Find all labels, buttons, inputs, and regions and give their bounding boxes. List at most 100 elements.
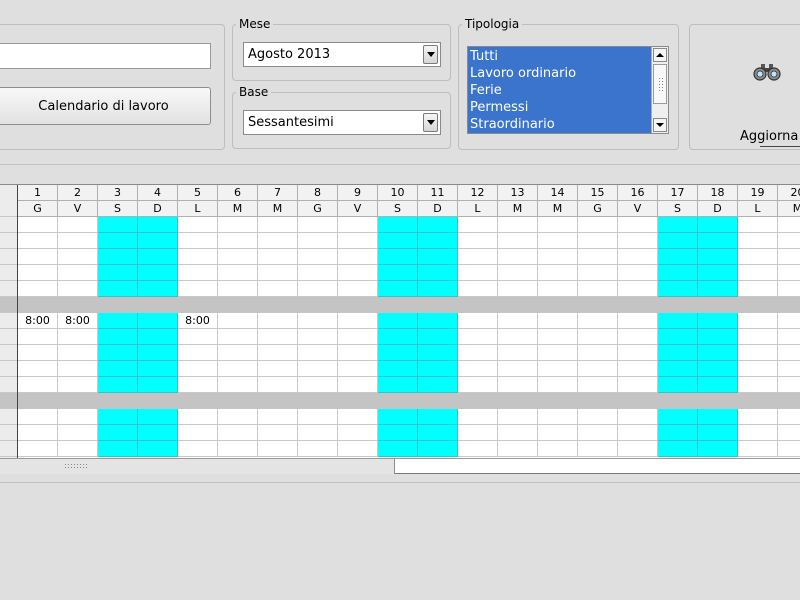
- grid-cell[interactable]: [18, 329, 58, 345]
- grid-cell[interactable]: [658, 281, 698, 297]
- grid-cell[interactable]: [738, 377, 778, 393]
- grid-cell[interactable]: [338, 441, 378, 457]
- grid-cell[interactable]: [178, 217, 218, 233]
- grid-cell[interactable]: [498, 345, 538, 361]
- grid-cell[interactable]: [538, 265, 578, 281]
- grid-cell[interactable]: [298, 217, 338, 233]
- grid-cell[interactable]: [18, 249, 58, 265]
- horizontal-scroll-thumb[interactable]: [0, 459, 395, 474]
- grid-cell[interactable]: [298, 233, 338, 249]
- grid-cell[interactable]: [738, 217, 778, 233]
- grid-cell[interactable]: [778, 233, 800, 249]
- row-header-cell[interactable]: [0, 441, 17, 457]
- day-number-header[interactable]: 11: [418, 185, 458, 201]
- grid-cell[interactable]: [498, 217, 538, 233]
- row-header-cell[interactable]: [0, 281, 17, 297]
- day-number-header[interactable]: 12: [458, 185, 498, 201]
- grid-cell[interactable]: [378, 377, 418, 393]
- grid-cell[interactable]: [338, 217, 378, 233]
- grid-cell[interactable]: [658, 233, 698, 249]
- grid-cell[interactable]: [58, 377, 98, 393]
- grid-cell[interactable]: [178, 329, 218, 345]
- grid-cell[interactable]: [618, 313, 658, 329]
- grid-cell[interactable]: [178, 425, 218, 441]
- day-of-week-header[interactable]: S: [658, 201, 698, 217]
- grid-cell[interactable]: [298, 361, 338, 377]
- grid-cell[interactable]: [378, 441, 418, 457]
- grid-cell[interactable]: [258, 425, 298, 441]
- grid-cell[interactable]: [98, 345, 138, 361]
- grid-cell[interactable]: [338, 425, 378, 441]
- grid-cell[interactable]: [258, 249, 298, 265]
- grid-cell[interactable]: [58, 217, 98, 233]
- grid-cell[interactable]: [338, 345, 378, 361]
- grid-cell[interactable]: [778, 441, 800, 457]
- grid-cell[interactable]: [738, 361, 778, 377]
- grid-cell[interactable]: [458, 249, 498, 265]
- grid-cell[interactable]: [738, 329, 778, 345]
- grid-cell[interactable]: [418, 441, 458, 457]
- grid-cell[interactable]: [538, 281, 578, 297]
- day-number-header[interactable]: 19: [738, 185, 778, 201]
- grid-cell[interactable]: [218, 217, 258, 233]
- day-number-header[interactable]: 9: [338, 185, 378, 201]
- grid-cell[interactable]: [218, 249, 258, 265]
- day-of-week-header[interactable]: L: [458, 201, 498, 217]
- day-number-header[interactable]: 4: [138, 185, 178, 201]
- grid-cell[interactable]: [258, 361, 298, 377]
- grid-cell[interactable]: [298, 441, 338, 457]
- grid-cell[interactable]: [778, 249, 800, 265]
- grid-cell[interactable]: [578, 329, 618, 345]
- grid-cell[interactable]: [738, 441, 778, 457]
- grid-cell[interactable]: [18, 217, 58, 233]
- day-of-week-header[interactable]: D: [418, 201, 458, 217]
- grid-cell[interactable]: [178, 233, 218, 249]
- grid-cell[interactable]: [98, 425, 138, 441]
- grid-cell[interactable]: [578, 217, 618, 233]
- grid-cell[interactable]: [658, 409, 698, 425]
- grid-cell[interactable]: [138, 265, 178, 281]
- grid-cell[interactable]: [578, 441, 618, 457]
- grid-cell[interactable]: [418, 217, 458, 233]
- grid-cell[interactable]: [58, 425, 98, 441]
- grid-cell[interactable]: [258, 281, 298, 297]
- grid-cell[interactable]: [298, 377, 338, 393]
- day-number-header[interactable]: 15: [578, 185, 618, 201]
- grid-cell[interactable]: [418, 409, 458, 425]
- grid-cell[interactable]: [218, 361, 258, 377]
- row-header-cell[interactable]: [0, 265, 17, 281]
- grid-cell[interactable]: [498, 361, 538, 377]
- grid-cell[interactable]: [498, 281, 538, 297]
- grid-cell[interactable]: [418, 377, 458, 393]
- grid-cell[interactable]: [738, 425, 778, 441]
- grid-cell[interactable]: [458, 425, 498, 441]
- grid-cell[interactable]: [458, 361, 498, 377]
- grid-cell[interactable]: [178, 377, 218, 393]
- day-of-week-header[interactable]: G: [298, 201, 338, 217]
- grid-cell[interactable]: [378, 249, 418, 265]
- grid-cell[interactable]: [138, 409, 178, 425]
- grid-cell[interactable]: [538, 345, 578, 361]
- grid-cell[interactable]: [618, 265, 658, 281]
- grid-cell[interactable]: [98, 441, 138, 457]
- grid-cell[interactable]: [98, 233, 138, 249]
- grid-cell[interactable]: [538, 249, 578, 265]
- grid-cell[interactable]: [18, 409, 58, 425]
- grid-cell[interactable]: [618, 217, 658, 233]
- grid-cell[interactable]: [138, 329, 178, 345]
- tipologia-item[interactable]: Lavoro ordinario: [468, 65, 653, 82]
- grid-cell[interactable]: [58, 441, 98, 457]
- grid-cell[interactable]: [338, 265, 378, 281]
- grid-cell[interactable]: [18, 425, 58, 441]
- grid-cell[interactable]: [58, 409, 98, 425]
- grid-cell[interactable]: [298, 345, 338, 361]
- grid-cell[interactable]: [778, 345, 800, 361]
- tipologia-item[interactable]: Tutti: [468, 48, 653, 65]
- grid-cell[interactable]: [578, 361, 618, 377]
- grid-cell[interactable]: [578, 313, 618, 329]
- row-header-cell[interactable]: [0, 425, 17, 441]
- grid-cell[interactable]: [698, 441, 738, 457]
- grid-cell[interactable]: [618, 425, 658, 441]
- grid-cell[interactable]: [658, 265, 698, 281]
- grid-cell[interactable]: [538, 441, 578, 457]
